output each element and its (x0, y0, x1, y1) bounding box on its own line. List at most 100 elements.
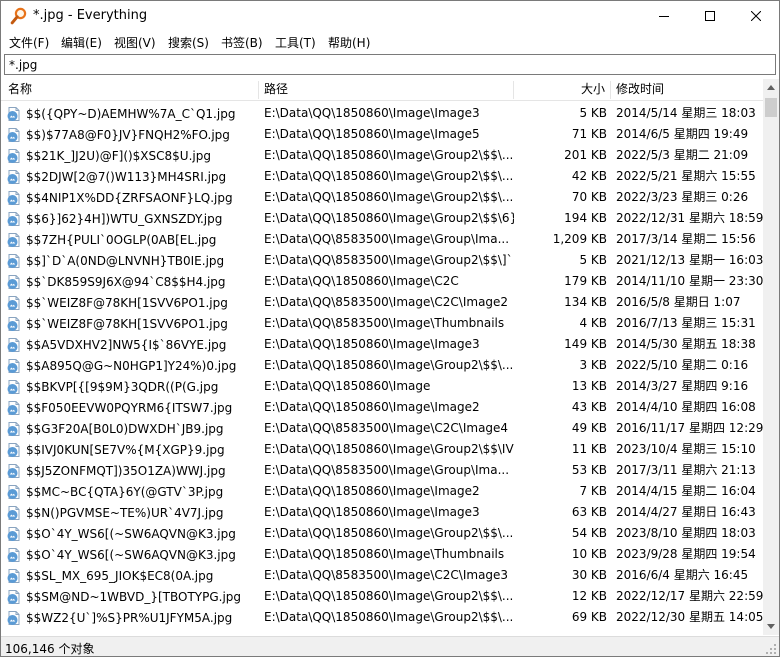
column-divider[interactable] (258, 81, 259, 99)
column-header-size[interactable]: 大小 (515, 79, 605, 100)
table-row[interactable]: $$G3F20A[B0L0)DWXDH`JB9.jpg E:\Data\QQ\85… (1, 418, 763, 439)
maximize-button[interactable] (687, 1, 733, 31)
menu-edit[interactable]: 编辑(E) (61, 34, 102, 51)
column-header: 名称 路径 大小 修改时间 (1, 79, 779, 101)
column-header-path[interactable]: 路径 (264, 79, 288, 100)
column-divider[interactable] (513, 81, 514, 99)
file-name-cell[interactable]: $$O`4Y_WS6[(~SW6AQVN@K3.jpg (6, 544, 256, 565)
file-name-cell[interactable]: $$`WEIZ8F@78KH[1SVV6PO1.jpg (6, 313, 256, 334)
file-name-cell[interactable]: $$IVJ0KUN[SE7V%{M{XGP}9.jpg (6, 439, 256, 460)
table-row[interactable]: $$O`4Y_WS6[(~SW6AQVN@K3.jpg E:\Data\QQ\18… (1, 544, 763, 565)
file-name-cell[interactable]: $$]`D`A(0ND@LNVNH}TB0IE.jpg (6, 250, 256, 271)
file-name: $$J5ZONFMQT])35O1ZA)WWJ.jpg (26, 463, 226, 478)
jpg-file-icon (7, 148, 20, 163)
file-path: E:\Data\QQ\1850860\Image\Group2\$$\... (264, 169, 514, 183)
table-row[interactable]: $$({QPY~D)AEMHW%7A_C`Q1.jpg E:\Data\QQ\18… (1, 103, 763, 124)
vertical-scrollbar[interactable] (763, 79, 779, 635)
file-name-cell[interactable]: $$2DJW[2@7()W113}MH4SRI.jpg (6, 166, 256, 187)
file-path: E:\Data\QQ\8583500\Image\Thumbnails (264, 316, 505, 330)
close-button[interactable] (733, 1, 779, 31)
file-name-cell[interactable]: $$N()PGVMSE~TE%)UR`4V7J.jpg (6, 502, 256, 523)
file-name-cell[interactable]: $$`DK859S9J6X@94`C8$$H4.jpg (6, 271, 256, 292)
table-row[interactable]: $$6}]62}4H])WTU_GXNSZDY.jpg E:\Data\QQ\18… (1, 208, 763, 229)
menu-view[interactable]: 视图(V) (114, 34, 156, 51)
file-name: $$SM@ND~1WBVD_}[TBOTYPG.jpg (26, 589, 242, 604)
table-row[interactable]: $$N()PGVMSE~TE%)UR`4V7J.jpg E:\Data\QQ\18… (1, 502, 763, 523)
file-path: E:\Data\QQ\1850860\Image\Group2\$$\... (264, 148, 514, 162)
column-divider[interactable] (610, 81, 611, 99)
table-row[interactable]: $$O`4Y_WS6[(~SW6AQVN@K3.jpg E:\Data\QQ\18… (1, 523, 763, 544)
table-row[interactable]: $$F050EEVW0PQYRM6{ITSW7.jpg E:\Data\QQ\18… (1, 397, 763, 418)
scroll-up-button[interactable] (763, 79, 779, 96)
file-name-cell[interactable]: $$O`4Y_WS6[(~SW6AQVN@K3.jpg (6, 523, 256, 544)
file-name-cell[interactable]: $$)$77A8@F0}JV}FNQH2%FO.jpg (6, 124, 256, 145)
jpg-file-icon (7, 526, 20, 541)
table-row[interactable]: $$)$77A8@F0}JV}FNQH2%FO.jpg E:\Data\QQ\18… (1, 124, 763, 145)
table-row[interactable]: $$`WEIZ8F@78KH[1SVV6PO1.jpg E:\Data\QQ\85… (1, 313, 763, 334)
file-name-cell[interactable]: $$F050EEVW0PQYRM6{ITSW7.jpg (6, 397, 256, 418)
resize-grip-icon[interactable] (765, 643, 777, 655)
table-row[interactable]: $$WZ2{U`]%S}PR%U1JFYM5A.jpg E:\Data\QQ\18… (1, 607, 763, 628)
table-row[interactable]: $$`WEIZ8F@78KH[1SVV6PO1.jpg E:\Data\QQ\85… (1, 292, 763, 313)
title-bar[interactable]: *.jpg - Everything (1, 1, 779, 31)
table-row[interactable]: $$J5ZONFMQT])35O1ZA)WWJ.jpg E:\Data\QQ\85… (1, 460, 763, 481)
scroll-down-button[interactable] (763, 618, 779, 635)
jpg-file-icon (7, 400, 20, 415)
file-name-cell[interactable]: $$WZ2{U`]%S}PR%U1JFYM5A.jpg (6, 607, 256, 628)
file-name-cell[interactable]: $$7ZH{PULI`0OGLP(0AB[EL.jpg (6, 229, 256, 250)
chevron-up-icon (767, 85, 775, 90)
table-row[interactable]: $$A5VDXHV2]NW5{I$`86VYE.jpg E:\Data\QQ\18… (1, 334, 763, 355)
table-row[interactable]: $$4NIP1X%DD{ZRFSAONF}LQ.jpg E:\Data\QQ\18… (1, 187, 763, 208)
file-name-cell[interactable]: $$({QPY~D)AEMHW%7A_C`Q1.jpg (6, 103, 256, 124)
menu-file[interactable]: 文件(F) (9, 34, 49, 51)
file-name-cell[interactable]: $$MC~BC{QTA}6Y(@GTV`3P.jpg (6, 481, 256, 502)
file-name-cell[interactable]: $$4NIP1X%DD{ZRFSAONF}LQ.jpg (6, 187, 256, 208)
file-name-cell[interactable]: $$A5VDXHV2]NW5{I$`86VYE.jpg (6, 334, 256, 355)
file-name: $$F050EEVW0PQYRM6{ITSW7.jpg (26, 400, 233, 415)
table-row[interactable]: $$7ZH{PULI`0OGLP(0AB[EL.jpg E:\Data\QQ\85… (1, 229, 763, 250)
file-size: 4 KB (579, 316, 607, 330)
file-size: 179 KB (564, 274, 607, 288)
menu-bookmarks[interactable]: 书签(B) (221, 34, 263, 51)
file-path: E:\Data\QQ\1850860\Image\Image3 (264, 505, 480, 519)
table-row[interactable]: $$SM@ND~1WBVD_}[TBOTYPG.jpg E:\Data\QQ\18… (1, 586, 763, 607)
file-name-cell[interactable]: $$A895Q@G~N0HGP1]Y24%)0.jpg (6, 355, 256, 376)
table-row[interactable]: $$21K_]J2U)@F]()$XSC8$U.jpg E:\Data\QQ\18… (1, 145, 763, 166)
table-row[interactable]: $$IVJ0KUN[SE7V%{M{XGP}9.jpg E:\Data\QQ\18… (1, 439, 763, 460)
table-row[interactable]: $$`DK859S9J6X@94`C8$$H4.jpg E:\Data\QQ\18… (1, 271, 763, 292)
table-row[interactable]: $$BKVP[{[9$9M}3QDR((P(G.jpg E:\Data\QQ\18… (1, 376, 763, 397)
file-name-cell[interactable]: $$BKVP[{[9$9M}3QDR((P(G.jpg (6, 376, 256, 397)
menu-search[interactable]: 搜索(S) (168, 34, 209, 51)
jpg-file-icon (7, 421, 20, 436)
file-modified: 2014/5/14 星期三 18:03 (616, 106, 756, 120)
menu-tools[interactable]: 工具(T) (275, 34, 316, 51)
file-name-cell[interactable]: $$`WEIZ8F@78KH[1SVV6PO1.jpg (6, 292, 256, 313)
file-name-cell[interactable]: $$SM@ND~1WBVD_}[TBOTYPG.jpg (6, 586, 256, 607)
column-header-modified[interactable]: 修改时间 (616, 79, 664, 100)
menu-help[interactable]: 帮助(H) (328, 34, 370, 51)
jpg-file-icon (7, 127, 20, 142)
file-name: $$A5VDXHV2]NW5{I$`86VYE.jpg (26, 337, 227, 352)
table-row[interactable]: $$2DJW[2@7()W113}MH4SRI.jpg E:\Data\QQ\18… (1, 166, 763, 187)
file-name-cell[interactable]: $$21K_]J2U)@F]()$XSC8$U.jpg (6, 145, 256, 166)
search-input[interactable] (4, 54, 776, 75)
table-row[interactable]: $$MC~BC{QTA}6Y(@GTV`3P.jpg E:\Data\QQ\185… (1, 481, 763, 502)
file-modified: 2023/10/4 星期三 15:10 (616, 442, 756, 456)
scrollbar-thumb[interactable] (765, 98, 777, 117)
file-name-cell[interactable]: $$6}]62}4H])WTU_GXNSZDY.jpg (6, 208, 256, 229)
jpg-file-icon (7, 211, 20, 226)
file-name-cell[interactable]: $$G3F20A[B0L0)DWXDH`JB9.jpg (6, 418, 256, 439)
file-size: 149 KB (564, 337, 607, 351)
jpg-file-icon (7, 190, 20, 205)
table-row[interactable]: $$SL_MX_695_JIOK$EC8(0A.jpg E:\Data\QQ\85… (1, 565, 763, 586)
file-path: E:\Data\QQ\1850860\Image\Image3 (264, 337, 480, 351)
minimize-button[interactable] (641, 1, 687, 31)
file-modified: 2014/6/5 星期四 19:49 (616, 127, 749, 141)
file-name-cell[interactable]: $$SL_MX_695_JIOK$EC8(0A.jpg (6, 565, 256, 586)
table-row[interactable]: $$]`D`A(0ND@LNVNH}TB0IE.jpg E:\Data\QQ\85… (1, 250, 763, 271)
file-name-cell[interactable]: $$J5ZONFMQT])35O1ZA)WWJ.jpg (6, 460, 256, 481)
table-row[interactable]: $$A895Q@G~N0HGP1]Y24%)0.jpg E:\Data\QQ\18… (1, 355, 763, 376)
file-modified: 2014/4/27 星期日 16:43 (616, 505, 756, 519)
column-header-name[interactable]: 名称 (8, 79, 32, 100)
file-size: 63 KB (571, 505, 607, 519)
